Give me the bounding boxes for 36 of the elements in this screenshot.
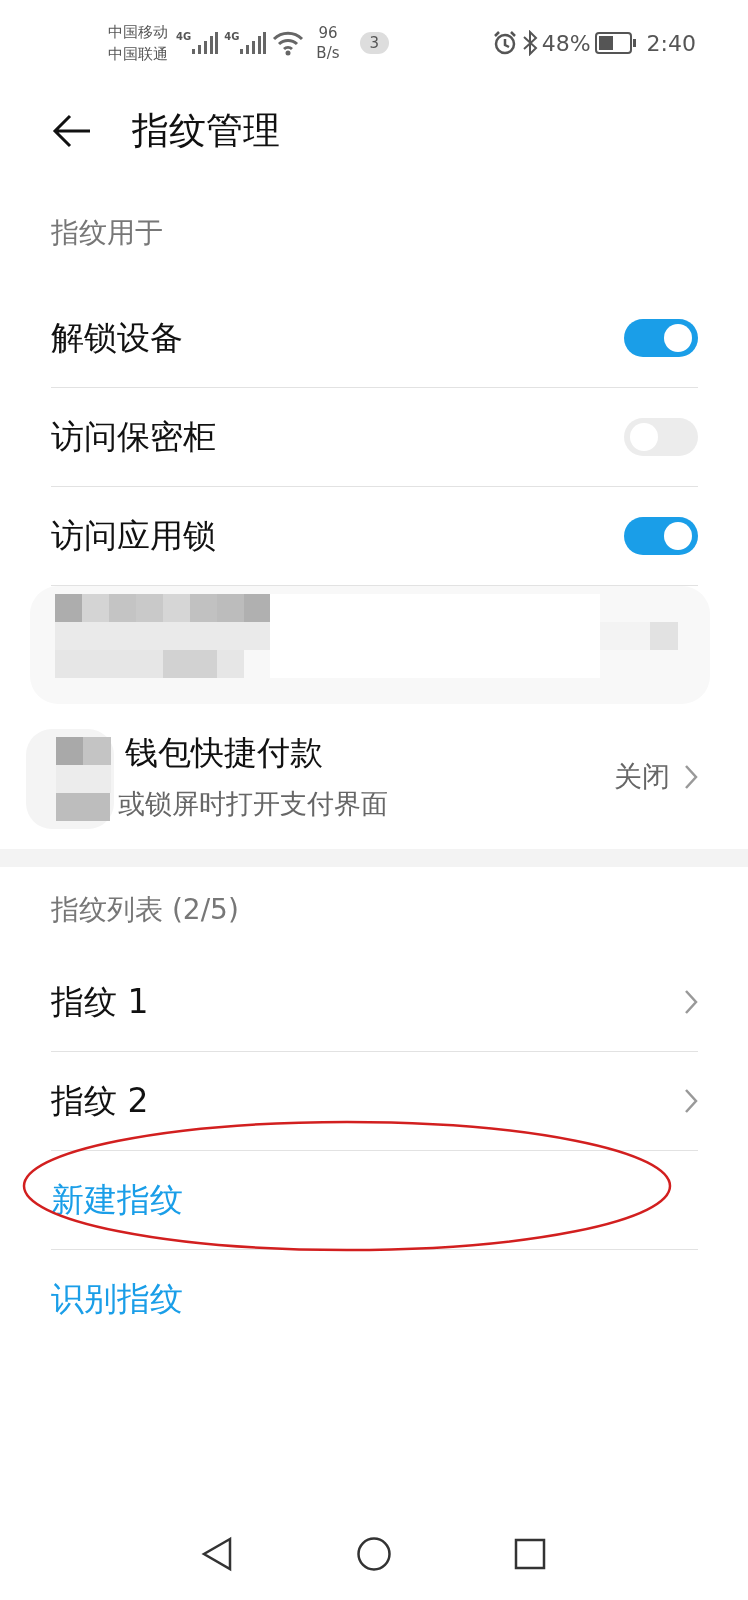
chevron-right-icon [684, 1088, 698, 1114]
page-title: 指纹管理 [132, 108, 280, 154]
toggle-switch[interactable] [624, 517, 698, 555]
section-header: 指纹用于 [50, 214, 164, 251]
home-nav-button[interactable] [356, 1536, 392, 1572]
battery-icon [594, 32, 637, 54]
setting-label: 访问保密柜 [51, 415, 217, 458]
setting-label: 钱包快捷付款 [125, 732, 324, 774]
toggle-switch[interactable] [624, 319, 698, 357]
signal-icon [192, 31, 219, 56]
setting-description: 或锁屏时打开支付界面 [118, 787, 389, 821]
setting-value[interactable]: 关闭 [614, 757, 698, 796]
recents-nav-button[interactable] [512, 1536, 548, 1572]
action-link[interactable]: 识别指纹 [51, 1276, 698, 1322]
action-link[interactable]: 新建指纹 [51, 1177, 698, 1223]
wifi-icon [272, 30, 305, 56]
network-type-label: 4G [176, 30, 192, 42]
speed-value: 96 [318, 23, 338, 43]
carrier-label: 中国移动 [108, 22, 168, 43]
speed-unit: B/s [316, 43, 340, 63]
chevron-right-icon [684, 763, 698, 790]
back-arrow-icon [52, 114, 92, 148]
carrier-label: 中国联通 [108, 44, 168, 65]
section-header: 指纹列表 (2/5) [50, 892, 240, 928]
back-button[interactable] [52, 114, 92, 148]
setting-label: 解锁设备 [51, 316, 184, 359]
fingerprint-item[interactable]: 指纹 2 [51, 1052, 698, 1151]
battery-percent: 48% [541, 30, 591, 56]
network-type-label: 4G [224, 30, 240, 42]
chevron-right-icon [684, 989, 698, 1015]
clock-time: 2:40 [646, 30, 696, 56]
signal-icon [240, 31, 267, 56]
bluetooth-icon [521, 30, 538, 56]
setting-label: 访问应用锁 [51, 514, 217, 557]
fingerprint-item[interactable]: 指纹 1 [51, 953, 698, 1052]
notification-badge: 3 [359, 32, 390, 54]
